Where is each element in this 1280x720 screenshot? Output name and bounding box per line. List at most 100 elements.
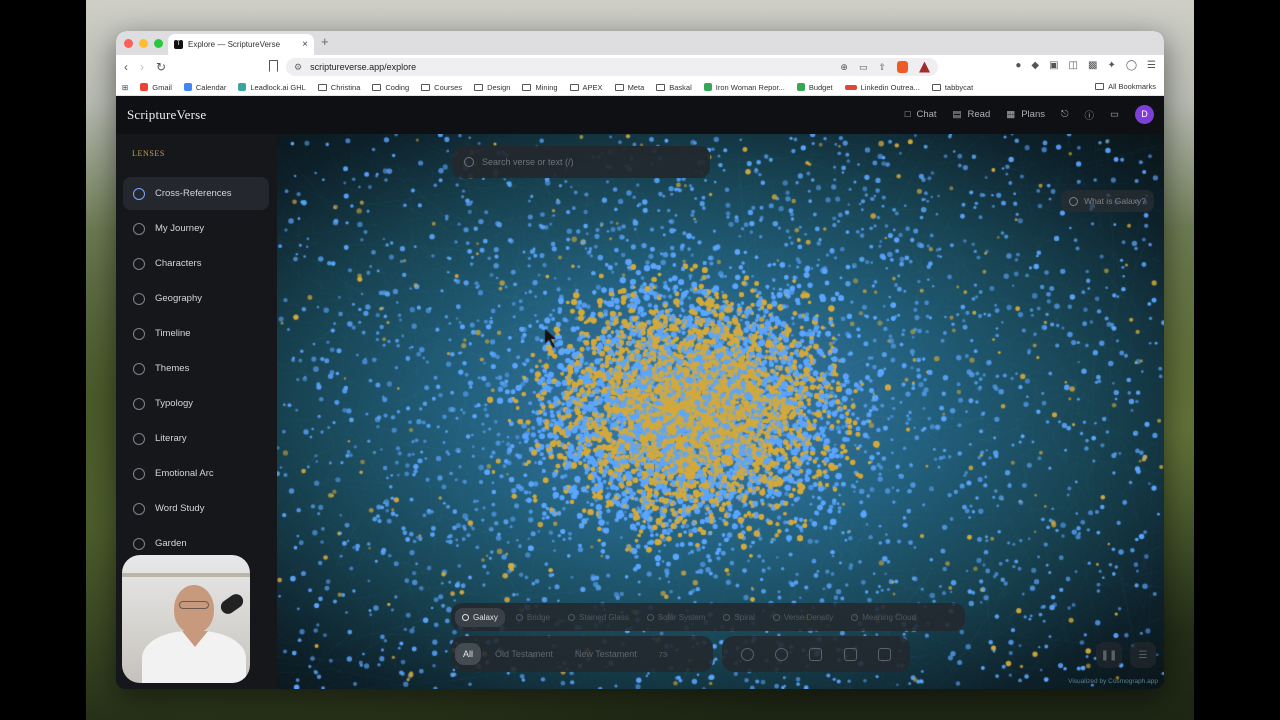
vpn-icon[interactable]: ◯ — [1126, 60, 1137, 71]
wallet-icon[interactable]: ▩ — [1088, 60, 1097, 71]
book-open-icon[interactable] — [878, 647, 892, 661]
filter-all[interactable]: All — [455, 643, 482, 665]
fit-view-icon[interactable] — [809, 647, 823, 661]
bookmark-label: Meta — [627, 82, 645, 92]
density-icon — [772, 613, 780, 621]
zoom-icon[interactable]: ⊕ — [840, 62, 848, 73]
tab-close-icon[interactable]: × — [302, 39, 308, 50]
address-bar[interactable]: ⚙ scriptureverse.app/explore ⊕ ▭ ⇧ — [286, 58, 938, 76]
cosmograph-credit[interactable]: Visualized by Cosmograph.app — [1068, 678, 1158, 685]
mode-stained-glass[interactable]: Stained Glass — [561, 608, 636, 627]
bookmark-meta[interactable]: Meta — [614, 82, 645, 92]
search-input[interactable]: Search verse or text (/) — [452, 146, 710, 178]
sidebar-item-word-study[interactable]: Word Study — [123, 492, 269, 525]
sidebar-toggle-icon[interactable]: ◫ — [1069, 60, 1078, 71]
bookmark-page-icon[interactable] — [269, 60, 278, 72]
sidebar-item-themes[interactable]: Themes — [123, 352, 269, 385]
plans-icon: ▦ — [1006, 109, 1016, 120]
zoom-out-icon[interactable] — [775, 647, 789, 661]
mode-bridge[interactable]: Bridge — [509, 608, 557, 627]
people-icon — [133, 257, 145, 270]
sidebar-item-label: Word Study — [155, 503, 205, 514]
apps-grid-icon[interactable]: ⊞ — [122, 83, 128, 92]
new-tab-button[interactable]: + — [321, 34, 329, 49]
bookmark-linkedin[interactable]: Linkedin Outrea... — [844, 83, 920, 92]
what-is-galaxy-button[interactable]: What is Galaxy? — [1061, 190, 1154, 212]
mode-galaxy[interactable]: Galaxy — [455, 607, 505, 627]
bookmark-christina[interactable]: Christina — [317, 83, 360, 92]
bookmark-label: Baskal — [669, 82, 692, 92]
brave-rewards-icon[interactable] — [919, 61, 930, 73]
brand-logo[interactable]: ScriptureVerse — [127, 107, 206, 123]
bookmark-tabbycat[interactable]: tabbycat — [931, 82, 974, 92]
map-icon — [133, 292, 145, 305]
filter-old-testament[interactable]: Old Testament — [487, 643, 561, 665]
mode-spiral[interactable]: Spiral — [716, 608, 761, 627]
active-tab[interactable]: T Explore — ScriptureVerse × — [168, 34, 314, 55]
sidebar-item-geography[interactable]: Geography — [123, 282, 269, 315]
bookmark-courses[interactable]: Courses — [421, 83, 462, 92]
forward-icon[interactable]: › — [140, 60, 144, 74]
puzzle-icon[interactable]: ◆ — [1031, 60, 1039, 71]
all-bookmarks[interactable]: All Bookmarks — [1095, 82, 1156, 91]
view-mode-bar: Galaxy Bridge Stained Glass Solar System… — [451, 603, 965, 631]
mode-verse-density[interactable]: Verse Density — [766, 608, 840, 627]
bookmark-coding[interactable]: Coding — [372, 83, 409, 92]
bookmark-baskal[interactable]: Baskal — [656, 83, 692, 92]
close-window-button[interactable] — [124, 38, 133, 48]
bookmark-label: Budget — [808, 82, 833, 92]
filter-new-testament[interactable]: New Testament — [567, 643, 645, 665]
headphones-icon[interactable]: ⎋ — [1061, 109, 1069, 120]
nav-read[interactable]: ▤ Read — [953, 109, 991, 120]
folder-icon — [656, 83, 666, 91]
sidebar-item-my-journey[interactable]: My Journey — [123, 212, 269, 245]
themes-icon — [133, 362, 145, 375]
bookmark-design[interactable]: Design — [474, 83, 510, 92]
screenshot-icon[interactable]: ▣ — [1049, 60, 1058, 71]
settings-sliders-icon[interactable]: ☰ — [1130, 642, 1156, 668]
reload-icon[interactable]: ↻ — [156, 60, 166, 74]
card-icon[interactable]: ▭ — [1110, 109, 1119, 120]
info-icon[interactable]: ⓘ — [1085, 108, 1095, 122]
sidebar-item-cross-references[interactable]: Cross-References — [123, 177, 269, 210]
mode-meaning-cloud[interactable]: Meaning Cloud — [844, 608, 923, 627]
minimize-window-button[interactable] — [139, 38, 148, 48]
leo-ai-icon[interactable]: ✦ — [1107, 60, 1115, 71]
mode-solar-system[interactable]: Solar System — [640, 608, 713, 627]
bookmark-gmail[interactable]: Gmail — [140, 83, 172, 92]
nav-read-label: Read — [967, 109, 991, 120]
scriptureverse-app: ScriptureVerse □ Chat ▤ Read ▦ Plans ⎋ ⓘ ▭ … — [116, 96, 1164, 689]
what-is-galaxy-label: What is Galaxy? — [1084, 196, 1146, 206]
folder-icon — [317, 83, 327, 91]
folder-icon — [474, 83, 484, 91]
back-icon[interactable]: ‹ — [124, 60, 128, 74]
zoom-window-button[interactable] — [154, 38, 163, 48]
cast-icon[interactable]: ▭ — [859, 62, 868, 73]
bookmark-leadlock[interactable]: Leadlock.ai GHL — [238, 83, 306, 92]
bookmark-calendar[interactable]: Calendar — [183, 83, 226, 92]
brave-shields-icon[interactable] — [897, 61, 908, 73]
sidebar-item-typology[interactable]: Typology — [123, 387, 269, 420]
sidebar-item-characters[interactable]: Characters — [123, 247, 269, 280]
pause-icon[interactable]: ❚❚ — [1096, 642, 1122, 668]
sidebar-item-timeline[interactable]: Timeline — [123, 317, 269, 350]
nav-chat[interactable]: □ Chat — [905, 109, 937, 120]
bookmark-apex[interactable]: APEX — [569, 83, 603, 92]
menu-icon[interactable]: ☰ — [1147, 60, 1156, 71]
share-icon[interactable]: ⇧ — [878, 62, 886, 73]
avatar[interactable]: D — [1135, 105, 1154, 124]
nav-plans[interactable]: ▦ Plans — [1006, 109, 1045, 120]
mode-label: Solar System — [657, 612, 706, 622]
bookmark-iron-woman[interactable]: Iron Woman Repor... — [703, 83, 785, 92]
zoom-in-icon[interactable] — [740, 647, 754, 661]
bookmark-budget[interactable]: Budget — [796, 82, 833, 92]
site-settings-icon[interactable]: ⚙ — [294, 62, 302, 73]
bookmark-label: tabbycat — [944, 82, 974, 92]
extension-icon[interactable]: ● — [1015, 60, 1021, 71]
galaxy-visualization[interactable]: Search verse or text (/) What is Galaxy?… — [277, 134, 1164, 689]
compass-icon — [133, 222, 145, 235]
camera-icon[interactable] — [843, 647, 857, 661]
sidebar-item-literary[interactable]: Literary — [123, 422, 269, 455]
sidebar-item-emotional-arc[interactable]: Emotional Arc — [123, 457, 269, 490]
bookmark-mining[interactable]: Mining — [522, 83, 558, 92]
